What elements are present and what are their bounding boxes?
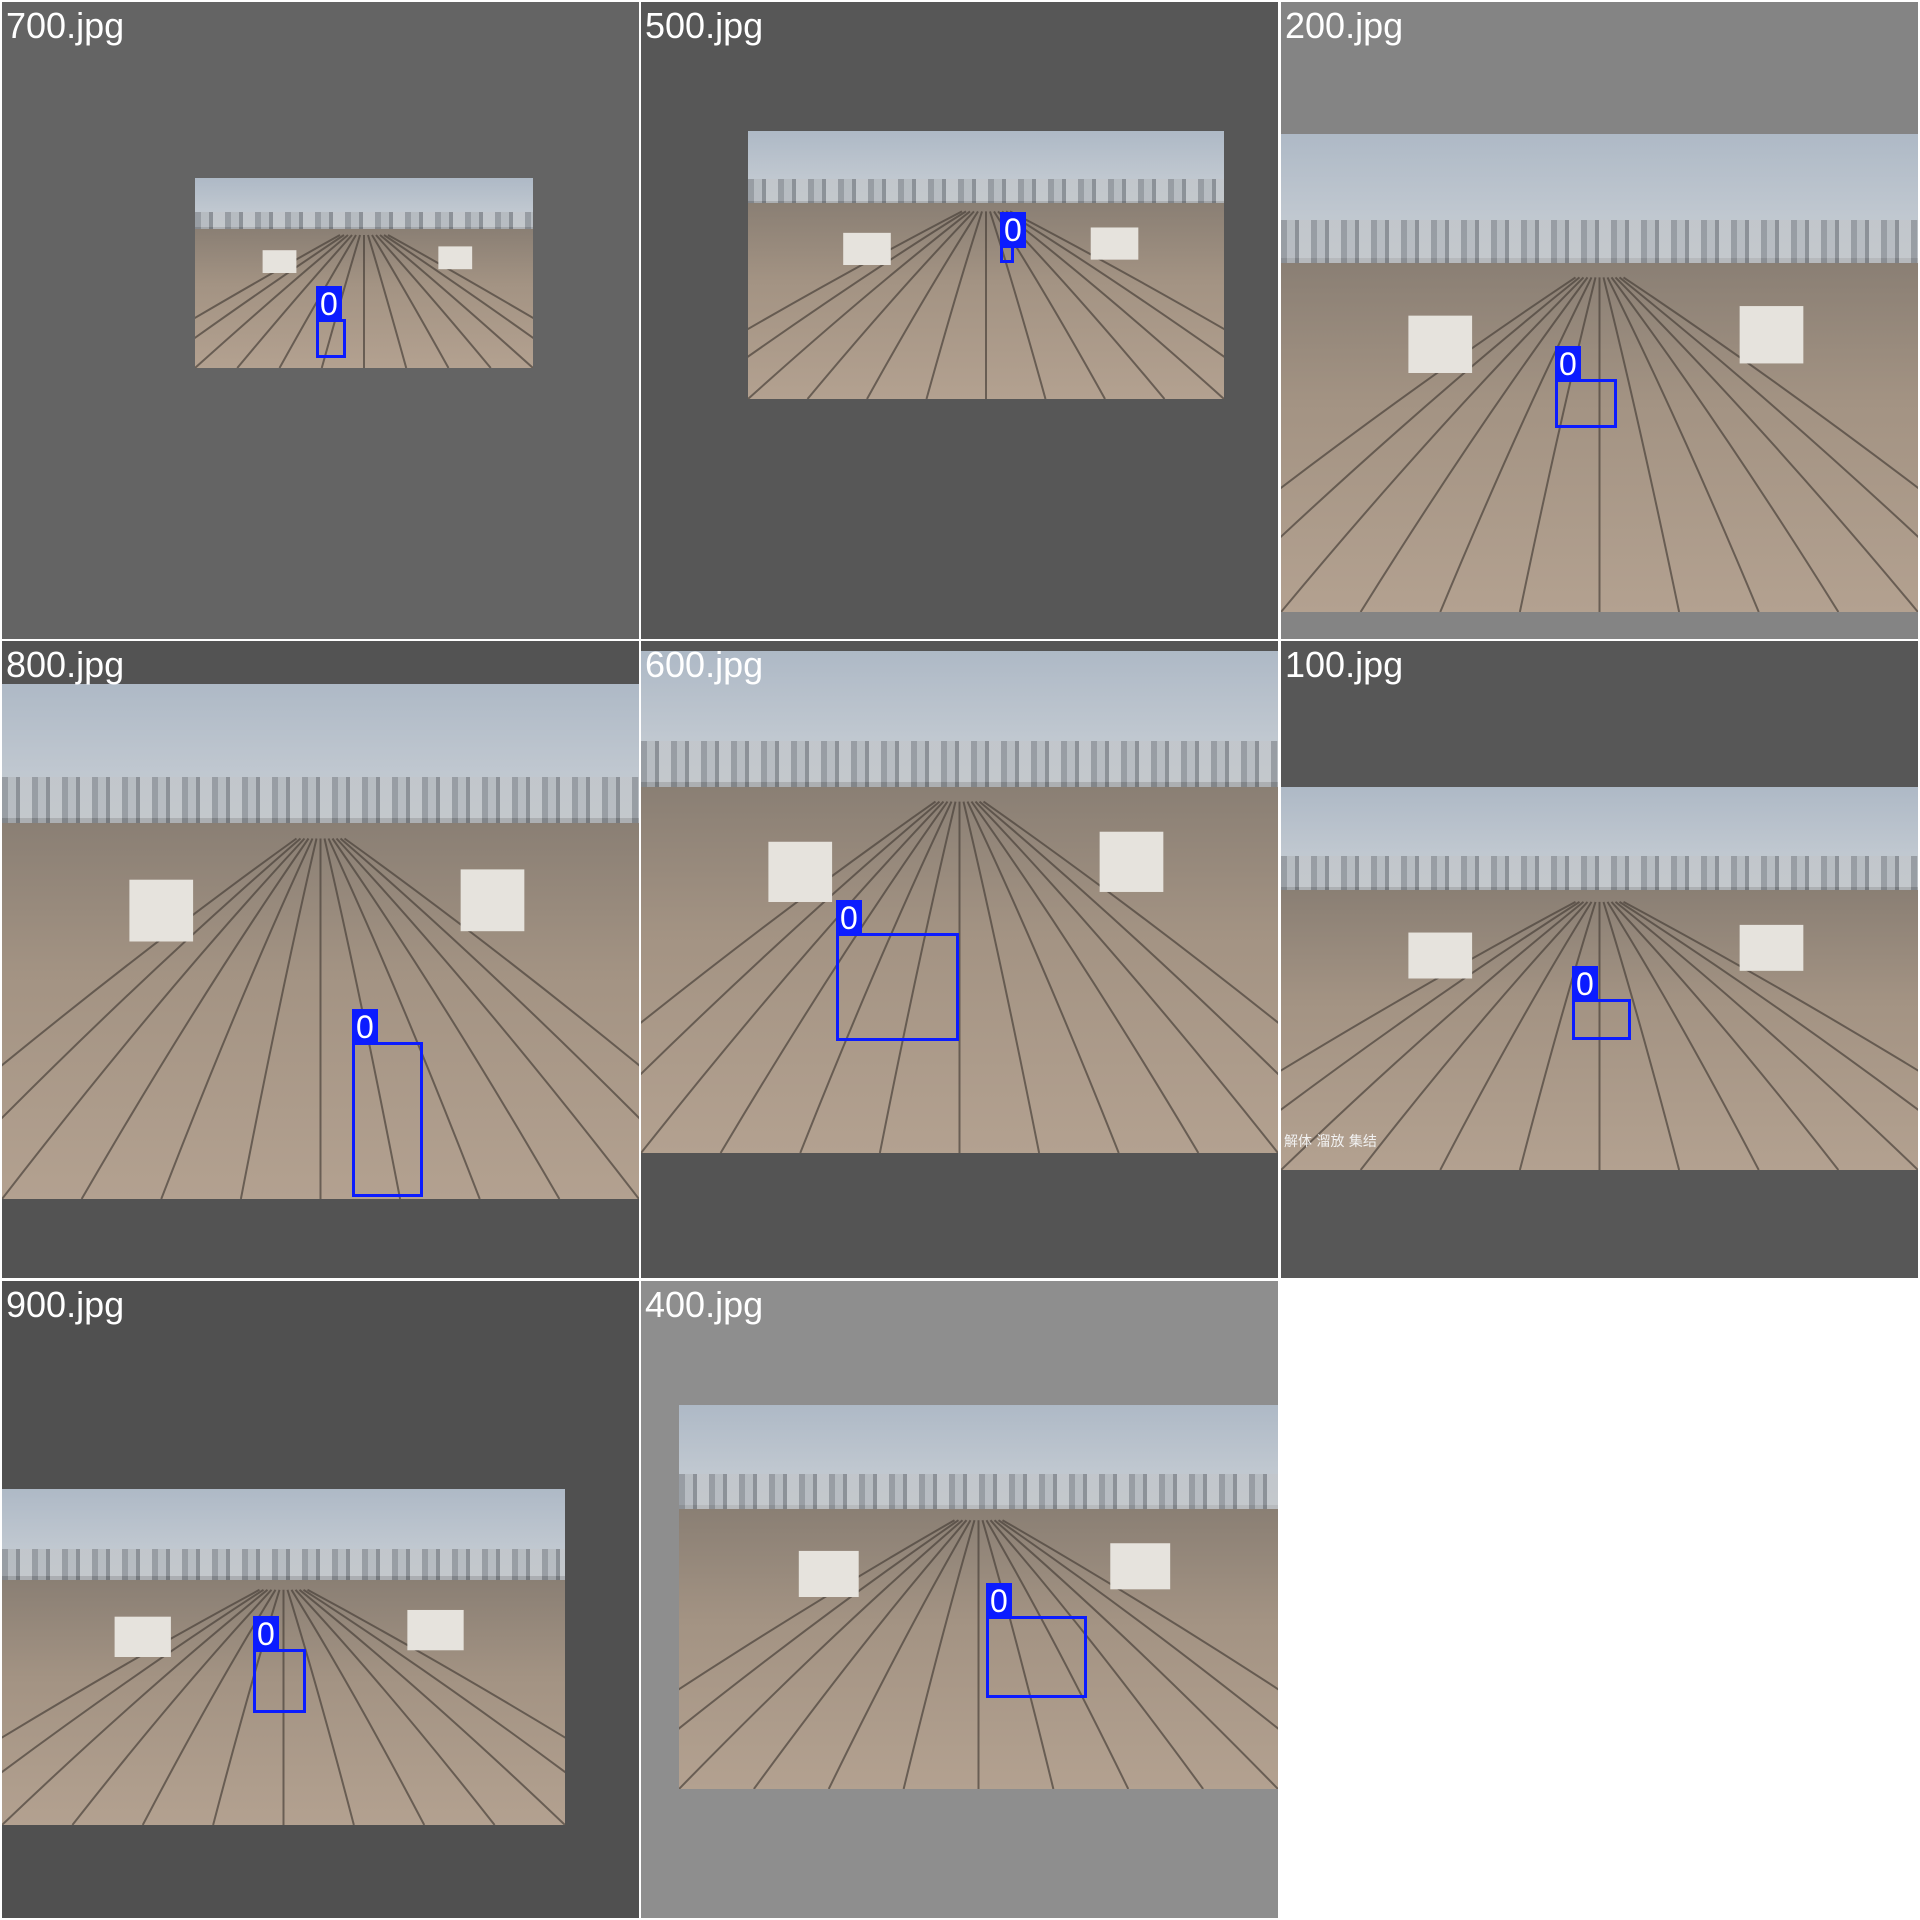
class-label: 0: [352, 1009, 378, 1045]
rail-yard-photo: [195, 178, 533, 368]
mosaic-tile-600: 600.jpg 0: [641, 641, 1278, 1278]
tile-filename: 200.jpg: [1285, 5, 1404, 46]
rail-tracks: [2, 837, 639, 1199]
mosaic-tile-500: 500.jpg 0: [641, 2, 1278, 639]
detection-box: 0: [352, 1009, 423, 1197]
detection-box: 0: [986, 1583, 1087, 1698]
class-label: 0: [253, 1616, 279, 1652]
rail-yard-photo: [1281, 787, 1918, 1170]
rail-tracks: [679, 1519, 1278, 1789]
mosaic-tile-200: 200.jpg 0: [1281, 2, 1918, 639]
mosaic-tile-800: 800.jpg 0: [2, 641, 639, 1278]
detection-box: 0: [1000, 212, 1026, 263]
detection-box: 0: [316, 286, 346, 358]
rail-yard-photo: [641, 651, 1278, 1153]
mosaic-tile-100: 100.jpg 0 解体 溜放 集结: [1281, 641, 1918, 1278]
detection-box: 0: [253, 1616, 306, 1713]
mosaic-tile-400: 400.jpg 0: [641, 1281, 1278, 1918]
rail-yard-photo: [1281, 134, 1918, 612]
detection-box: 0: [836, 900, 959, 1041]
rail-tracks: [195, 234, 533, 368]
video-subtitle: 解体 溜放 集结: [1284, 1134, 1377, 1150]
rail-yard-photo: [679, 1405, 1278, 1789]
tile-filename: 700.jpg: [6, 5, 125, 46]
rail-yard-photo: [2, 684, 639, 1199]
tile-filename: 900.jpg: [6, 1284, 125, 1325]
rail-tracks: [1281, 901, 1918, 1170]
class-label: 0: [316, 286, 342, 322]
detection-box: 0: [1572, 966, 1631, 1040]
class-label: 0: [986, 1583, 1012, 1619]
class-label: 0: [1555, 346, 1581, 382]
mosaic-tile-700: 700.jpg 0: [2, 2, 639, 639]
tile-filename: 100.jpg: [1285, 644, 1404, 685]
tile-filename: 800.jpg: [6, 644, 125, 685]
rail-tracks: [1281, 276, 1918, 612]
tile-filename: 600.jpg: [645, 644, 764, 685]
mosaic-tile-900: 900.jpg 0: [2, 1281, 639, 1918]
rail-yard-photo: [748, 131, 1224, 399]
tile-filename: 400.jpg: [645, 1284, 764, 1325]
detection-box: 0: [1555, 346, 1617, 428]
class-label: 0: [1000, 212, 1026, 248]
rail-tracks: [641, 800, 1278, 1153]
rail-tracks: [748, 210, 1224, 399]
tile-filename: 500.jpg: [645, 5, 764, 46]
class-label: 0: [1572, 966, 1598, 1002]
class-label: 0: [836, 900, 862, 936]
